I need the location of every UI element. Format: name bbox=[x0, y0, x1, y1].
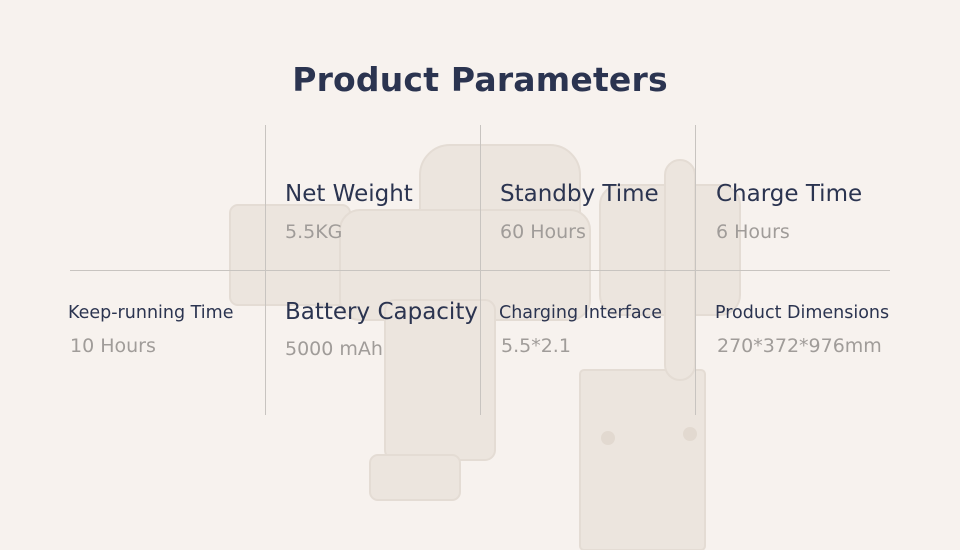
param-keep-running-time: Keep-running Time 10 Hours bbox=[68, 303, 233, 357]
param-charge-time: Charge Time 6 Hours bbox=[716, 181, 862, 243]
param-product-dimensions: Product Dimensions 270*372*976mm bbox=[715, 303, 889, 357]
param-value: 5000 mAh bbox=[285, 338, 383, 360]
param-label: Battery Capacity bbox=[285, 299, 478, 325]
param-standby-time: Standby Time 60 Hours bbox=[500, 181, 659, 243]
param-value: 10 Hours bbox=[70, 335, 156, 357]
param-battery-capacity: Battery Capacity 5000 mAh bbox=[285, 299, 478, 360]
param-label: Standby Time bbox=[500, 181, 659, 207]
grid-divider-h bbox=[70, 270, 890, 271]
param-label: Charging Interface bbox=[499, 303, 663, 323]
param-value: 5.5*2.1 bbox=[501, 335, 571, 357]
param-charging-interface: Charging Interface 5.5*2.1 bbox=[499, 303, 662, 357]
param-value: 6 Hours bbox=[716, 221, 790, 243]
param-value: 60 Hours bbox=[500, 221, 586, 243]
param-value: 5.5KG bbox=[285, 221, 343, 243]
param-label: Product Dimensions bbox=[715, 303, 890, 323]
page-title: Product Parameters bbox=[292, 60, 668, 99]
param-label: Charge Time bbox=[716, 181, 863, 207]
param-net-weight: Net Weight 5.5KG bbox=[285, 181, 413, 243]
param-label: Keep-running Time bbox=[68, 303, 234, 323]
param-label: Net Weight bbox=[285, 181, 413, 207]
param-value: 270*372*976mm bbox=[717, 335, 882, 357]
